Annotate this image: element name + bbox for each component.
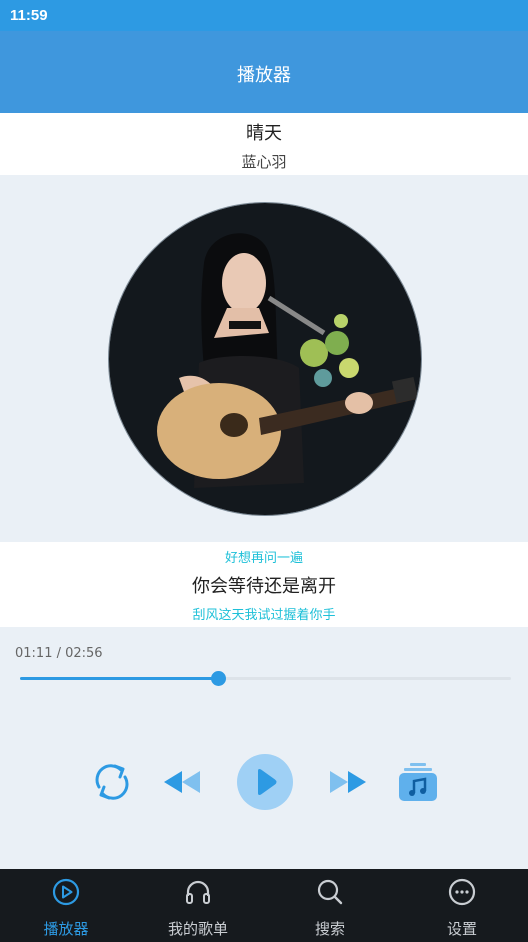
tab-player-label: 播放器 — [43, 920, 89, 938]
headphones-icon — [186, 880, 210, 904]
lyric-current-line: 你会等待还是离开 — [192, 576, 336, 597]
progress-fill — [20, 677, 218, 680]
playlist-button[interactable] — [398, 762, 438, 802]
tab-search-label: 搜索 — [314, 920, 345, 938]
more-icon — [448, 878, 476, 906]
next-button[interactable] — [328, 767, 368, 797]
bottom-tab-bar: 播放器 我的歌单 搜索 设置 — [0, 869, 528, 942]
next-icon — [330, 771, 366, 793]
album-cover — [109, 203, 421, 515]
previous-button[interactable] — [162, 767, 202, 797]
song-title: 晴天 — [246, 123, 282, 144]
song-info: 晴天 蓝心羽 — [0, 113, 528, 175]
app-title: 播放器 — [237, 65, 291, 86]
search-icon — [317, 879, 343, 905]
tab-search[interactable]: 搜索 — [264, 869, 396, 942]
play-circle-icon — [52, 878, 80, 906]
app-bar: 播放器 — [0, 31, 528, 113]
repeat-button[interactable] — [91, 761, 133, 803]
playback-time: 01:11 / 02:56 — [15, 646, 103, 661]
tab-my-playlists[interactable]: 我的歌单 — [132, 869, 264, 942]
play-button[interactable] — [237, 754, 293, 810]
lyric-next-line: 刮风这天我试过握着你手 — [192, 608, 336, 623]
tab-player[interactable]: 播放器 — [0, 869, 132, 942]
play-icon — [237, 754, 293, 810]
progress-thumb[interactable] — [210, 671, 226, 686]
lyrics-panel: 好想再问一遍 你会等待还是离开 刮风这天我试过握着你手 — [0, 542, 528, 627]
song-artist: 蓝心羽 — [241, 153, 287, 171]
lyric-previous-line: 好想再问一遍 — [224, 551, 303, 566]
progress-bar[interactable] — [20, 671, 511, 686]
tab-settings-label: 设置 — [446, 920, 477, 938]
status-bar: 11:59 — [0, 0, 528, 31]
playlist-icon — [399, 763, 437, 801]
status-time: 11:59 — [10, 7, 48, 24]
previous-icon — [164, 771, 200, 793]
repeat-icon — [95, 764, 129, 800]
tab-settings[interactable]: 设置 — [396, 869, 528, 942]
tab-my-playlists-label: 我的歌单 — [167, 920, 228, 938]
